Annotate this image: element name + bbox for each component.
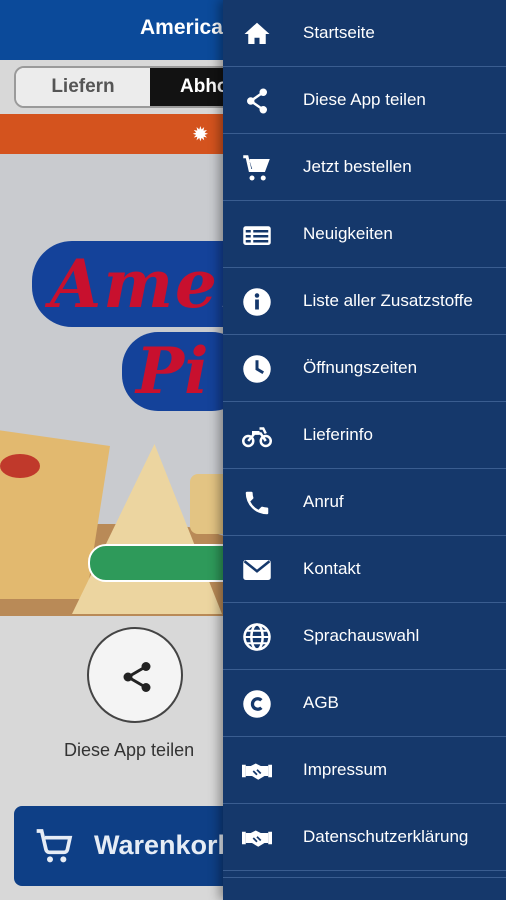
menu-item-label: Liste aller Zusatzstoffe xyxy=(303,291,473,310)
share-button[interactable] xyxy=(87,627,183,723)
menu-item-agb[interactable]: AGB xyxy=(223,670,506,737)
menu-item-call[interactable]: Anruf xyxy=(223,469,506,536)
navigation-drawer: Startseite Diese App teilen Jetzt bestel… xyxy=(223,0,506,900)
menu-item-label: Diese App teilen xyxy=(303,90,426,109)
copyright-icon xyxy=(243,690,271,718)
menu-item-news[interactable]: Neuigkeiten xyxy=(223,201,506,268)
menu-item-imprint[interactable]: Impressum xyxy=(223,737,506,804)
toggle-delivery[interactable]: Liefern xyxy=(16,68,150,106)
menu-item-label: Datenschutzerklärung xyxy=(303,827,469,846)
phone-icon xyxy=(245,491,269,515)
app-title: American xyxy=(140,16,236,39)
menu-item-label: AGB xyxy=(303,693,339,712)
menu-item-label: Neuigkeiten xyxy=(303,224,393,243)
delivery-toggle[interactable]: Liefern Abho xyxy=(14,66,254,108)
clock-icon xyxy=(243,355,271,383)
menu-item-label: Impressum xyxy=(303,760,388,779)
menu-item-delivery-info[interactable]: Lieferinfo xyxy=(223,402,506,469)
menu-item-label: Sprachauswahl xyxy=(303,626,420,645)
share-icon xyxy=(247,88,267,114)
menu-item-language[interactable]: Sprachauswahl xyxy=(223,603,506,670)
home-icon xyxy=(244,22,270,44)
cart-label: Warenkorb xyxy=(94,830,235,860)
globe-icon xyxy=(243,623,271,651)
menu-item-label: Jetzt bestellen xyxy=(303,157,412,176)
handshake-icon xyxy=(242,830,272,847)
handshake-icon xyxy=(242,763,272,780)
cart-button[interactable]: Warenkorb xyxy=(14,806,254,886)
motorbike-icon xyxy=(242,427,272,448)
menu-item-privacy[interactable]: Datenschutzerklärung xyxy=(223,804,506,871)
info-icon xyxy=(243,288,271,316)
cart-icon xyxy=(36,829,73,863)
menu-item-label: Lieferinfo xyxy=(303,425,373,444)
menu-item-label: Startseite xyxy=(303,23,375,42)
menu-item-startseite[interactable]: Startseite xyxy=(223,0,506,67)
menu-item-share[interactable]: Diese App teilen xyxy=(223,67,506,134)
menu-item-order[interactable]: Jetzt bestellen xyxy=(223,134,506,201)
mail-icon xyxy=(243,560,271,580)
menu-item-hours[interactable]: Öffnungszeiten xyxy=(223,335,506,402)
menu-item-label: Anruf xyxy=(303,492,344,511)
gear-icon: ✹ xyxy=(192,124,209,146)
menu-item-partial xyxy=(223,877,506,900)
menu-item-additives[interactable]: Liste aller Zusatzstoffe xyxy=(223,268,506,335)
share-label: Diese App teilen xyxy=(64,740,195,760)
news-icon xyxy=(243,226,271,245)
menu-item-contact[interactable]: Kontakt xyxy=(223,536,506,603)
cart-icon xyxy=(243,155,270,181)
menu-item-label: Öffnungszeiten xyxy=(303,358,418,377)
share-icon xyxy=(123,662,151,692)
menu-item-label: Kontakt xyxy=(303,559,361,578)
